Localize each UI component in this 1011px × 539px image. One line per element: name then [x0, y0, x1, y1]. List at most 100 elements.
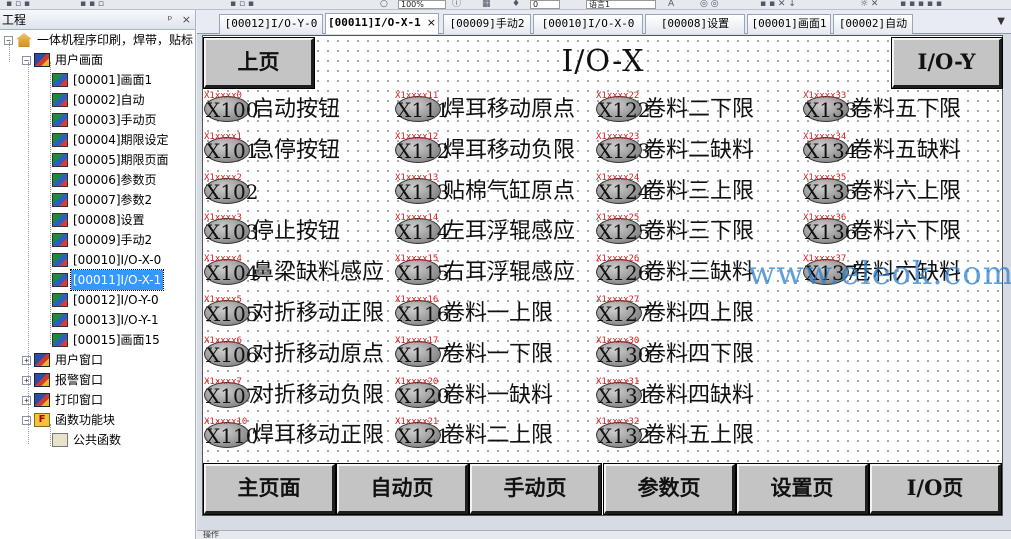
tree-item[interactable]: [00002]自动	[44, 90, 147, 110]
tree-item[interactable]: − F 函数功能块	[22, 410, 117, 430]
info-icon[interactable]: ⓘ	[452, 0, 461, 9]
tree-item-label: [00012]I/O-Y-0	[73, 293, 159, 307]
input-description-label: 卷料一上限	[443, 301, 554, 326]
input-code-label: X124	[598, 179, 651, 204]
io-page-button[interactable]: I/O页	[869, 463, 1002, 515]
input-code-label: X111	[397, 98, 450, 122]
toolbar-icon[interactable]: ◎ ◎	[700, 0, 719, 9]
input-description-label: 卷料五下限	[851, 97, 962, 122]
screen-icon	[52, 173, 68, 187]
tree-item[interactable]: − 用户画面	[22, 50, 105, 70]
document-tabbar: [00012]I/O-Y-0 [00011]I/O-X-1 × [00009]手动2 […	[197, 10, 1011, 35]
toolbar-icon[interactable]: ▪ ▪ ✕ ↓	[760, 0, 796, 9]
input-code-label: X104	[206, 261, 259, 286]
screen-icon	[52, 313, 68, 327]
io-y-button[interactable]: I/O-Y	[891, 37, 1003, 89]
tree-item[interactable]: [00004]期限设定	[44, 130, 171, 150]
tree-item[interactable]: [00013]I/O-Y-1	[44, 310, 161, 330]
toolbar-icon[interactable]: ▪ ▪ ▪ ▪ ▪	[900, 0, 942, 9]
tree-item[interactable]: − 一体机程序印刷，焊带，贴标	[4, 30, 195, 50]
grid-icon[interactable]: ▦	[482, 0, 491, 9]
tree-item-label: 用户窗口	[55, 353, 104, 367]
collapse-icon[interactable]: −	[22, 55, 31, 65]
toolbar-icon[interactable]: ▪ ▪ ▫	[80, 0, 104, 9]
tree-item-label: [00010]I/O-X-0	[73, 253, 162, 267]
tree-item-label: [00015]画面15	[73, 333, 160, 347]
tab[interactable]: [00012]I/O-Y-0	[219, 14, 323, 34]
input-description-label: 贴棉气缸原点	[443, 178, 576, 204]
input-code-label: X125	[598, 220, 651, 245]
close-icon[interactable]: ×	[182, 13, 191, 26]
counter-combo[interactable]: 0	[530, 0, 560, 9]
expand-icon[interactable]: +	[22, 355, 31, 365]
tab[interactable]: [00008]设置	[645, 14, 745, 34]
input-description-label: 卷料二下限	[644, 97, 755, 122]
tab[interactable]: [00011]I/O-X-1 ×	[325, 13, 439, 35]
screen-icon	[52, 133, 68, 147]
tree-guide-line	[28, 62, 29, 444]
tree-item[interactable]: [00005]期限页面	[44, 150, 171, 170]
input-description-label: 焊耳移动负限	[443, 137, 576, 163]
input-code-label: X107	[206, 383, 259, 408]
parameter-page-button[interactable]: 参数页	[603, 463, 736, 515]
input-description-label: 对折移动负限	[252, 382, 385, 408]
tree-item-label: [00008]设置	[73, 213, 145, 227]
input-description-label: 停止按钮	[252, 219, 341, 245]
input-code-label: X101	[206, 138, 259, 163]
expand-icon[interactable]: +	[22, 375, 31, 385]
tree-item[interactable]: [00015]画面15	[44, 330, 162, 350]
input-code-label: X113	[397, 179, 450, 204]
pin-icon[interactable]: ᵖ	[168, 13, 173, 26]
tab-label: [00010]I/O-X-0	[541, 17, 635, 30]
input-description-label: 焊耳移动原点	[443, 97, 576, 122]
tree-item-label: 函数功能块	[55, 413, 116, 427]
tab-list-dropdown-icon[interactable]: ▼	[997, 16, 1005, 27]
expand-icon[interactable]: +	[22, 395, 31, 405]
screen-icon	[52, 233, 68, 247]
tab[interactable]: [00010]I/O-X-0	[533, 14, 643, 34]
tree-item[interactable]: [00010]I/O-X-0	[44, 250, 163, 270]
tree-item[interactable]: [00011]I/O-X-1	[44, 269, 165, 291]
input-description-label: 对折移动正限	[252, 301, 385, 326]
tree-item[interactable]: [00001]画面1	[44, 70, 154, 90]
tab[interactable]: [00001]画面1	[747, 14, 831, 34]
toolbar-icon[interactable]: ☼ ✕	[860, 0, 878, 9]
toolbar-icon[interactable]: ▪ ▫ ▪	[230, 0, 254, 9]
zoom-combo[interactable]: 100%	[398, 0, 446, 9]
tab-close-icon[interactable]: ×	[427, 16, 436, 29]
tab-label: [00009]手动2	[449, 17, 525, 30]
tree-item[interactable]: [00006]参数页	[44, 170, 159, 190]
tree-item[interactable]: [00003]手动页	[44, 110, 159, 130]
manual-page-button[interactable]: 手动页	[469, 463, 602, 515]
bulb-icon[interactable]: ♦	[512, 0, 520, 9]
tree-item[interactable]: + 打印窗口	[22, 390, 105, 410]
tree-item[interactable]: [00012]I/O-Y-0	[44, 290, 161, 310]
document-icon	[52, 433, 68, 447]
folder-icon	[34, 393, 50, 407]
tab[interactable]: [00002]自动	[833, 14, 913, 34]
tree-item[interactable]: [00009]手动2	[44, 230, 154, 250]
tree-item[interactable]: + 报警窗口	[22, 370, 105, 390]
hmi-screen-canvas[interactable]: 上页 I/O-X I/O-Y X1xxxx0 X100 启动按钮 X1xxxx1 X10…	[202, 35, 1011, 516]
tab[interactable]: [00009]手动2	[443, 14, 531, 34]
font-icon[interactable]: A	[668, 0, 674, 9]
toolbar-icon[interactable]: ▪ ▫ ▪	[6, 0, 30, 9]
auto-page-button[interactable]: 自动页	[336, 463, 469, 515]
input-description-label: 启动按钮	[252, 97, 341, 122]
input-code-label: X105	[206, 302, 259, 326]
tree-item[interactable]: [00008]设置	[44, 210, 147, 230]
tree-item[interactable]: [00007]参数2	[44, 190, 154, 210]
language-combo[interactable]: 语言1	[586, 0, 656, 9]
input-code-label: X112	[397, 138, 450, 163]
project-panel-title: 工程	[2, 13, 27, 27]
tree-item[interactable]: 公共函数	[44, 430, 123, 450]
tree-item[interactable]: + 用户窗口	[22, 350, 105, 370]
collapse-icon[interactable]: −	[22, 415, 31, 425]
prev-page-button[interactable]: 上页	[203, 37, 315, 89]
tree-item-label: [00007]参数2	[73, 193, 153, 207]
input-code-label: X100	[206, 98, 259, 122]
settings-page-button[interactable]: 设置页	[736, 463, 869, 515]
main-page-button[interactable]: 主页面	[203, 463, 336, 515]
circle-icon[interactable]: ○	[380, 0, 388, 9]
input-code-label: X132	[598, 424, 651, 449]
